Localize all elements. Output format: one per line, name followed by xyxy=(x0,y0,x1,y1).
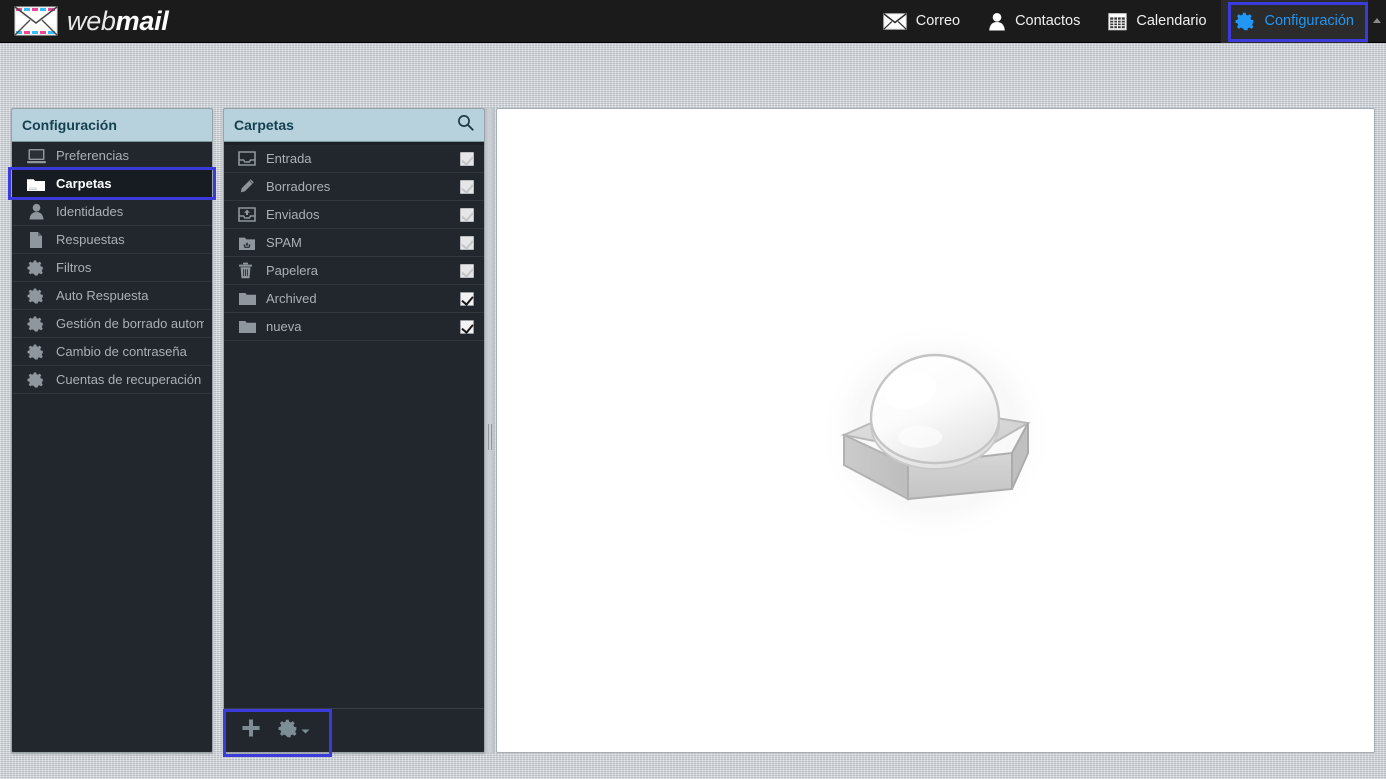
sidebar-item-gestion-borrado-automatico[interactable]: Gestión de borrado automáti xyxy=(12,310,212,338)
sidebar-label: Cambio de contraseña xyxy=(56,344,187,359)
create-folder-button[interactable] xyxy=(240,717,262,744)
folder-row-papelera[interactable]: Papelera xyxy=(224,257,484,285)
sidebar-item-cuentas-de-recuperacion[interactable]: Cuentas de recuperación xyxy=(12,366,212,394)
top-bar: webmail Correo Contactos Calendario Conf… xyxy=(0,0,1386,43)
sidebar-item-carpetas[interactable]: Carpetas xyxy=(12,170,212,198)
envelope-logo-icon xyxy=(14,6,58,36)
folders-panel: Carpetas Entrada Borradores Enviados SPA… xyxy=(223,108,485,753)
gear-icon xyxy=(278,718,299,744)
nav-label-calendario: Calendario xyxy=(1136,13,1207,29)
nav-label-configuracion: Configuración xyxy=(1264,13,1354,29)
nav-label-contactos: Contactos xyxy=(1015,13,1081,29)
folder-row-borradores[interactable]: Borradores xyxy=(224,173,484,201)
folders-list: Entrada Borradores Enviados SPAM Papeler… xyxy=(224,145,484,341)
scroll-up-arrow-icon[interactable] xyxy=(1370,14,1384,28)
brand-logo[interactable]: webmail xyxy=(0,0,169,42)
folder-row-nueva[interactable]: nueva xyxy=(224,313,484,341)
sidebar-label: Preferencias xyxy=(56,148,129,163)
sidebar-label: Filtros xyxy=(56,260,92,275)
sidebar-item-filtros[interactable]: Filtros xyxy=(12,254,212,282)
folders-panel-header: Carpetas xyxy=(224,109,484,142)
gear-icon xyxy=(26,259,46,277)
nav-item-correo[interactable]: Correo xyxy=(869,0,974,43)
folder-checkbox[interactable] xyxy=(460,319,474,334)
plus-icon xyxy=(240,717,262,744)
folders-list-scroll: Entrada Borradores Enviados SPAM Papeler… xyxy=(224,142,484,708)
sidebar-label: Gestión de borrado automáti xyxy=(56,316,204,331)
folder-checkbox[interactable] xyxy=(460,235,474,250)
gear-icon xyxy=(26,315,46,333)
sidebar-item-preferencias[interactable]: Preferencias xyxy=(12,142,212,170)
gear-icon xyxy=(1235,11,1256,32)
folder-label: Borradores xyxy=(266,179,331,194)
folder-actions-button[interactable] xyxy=(278,718,310,744)
folder-checkbox[interactable] xyxy=(460,291,474,306)
folders-toolbar xyxy=(224,708,484,752)
brand-name-light: web xyxy=(67,5,116,36)
sidebar-item-cambio-de-contrasena[interactable]: Cambio de contraseña xyxy=(12,338,212,366)
gear-icon xyxy=(26,343,46,361)
calendar-icon xyxy=(1108,12,1128,31)
panel-splitter[interactable] xyxy=(485,108,495,753)
chevron-down-icon xyxy=(301,722,310,740)
top-navigation: Correo Contactos Calendario Configuració… xyxy=(869,0,1386,43)
sidebar-label: Cuentas de recuperación xyxy=(56,372,202,387)
document-icon xyxy=(26,231,46,249)
monitor-icon xyxy=(26,148,46,164)
brand-name-bold: mail xyxy=(115,5,169,36)
nav-item-calendario[interactable]: Calendario xyxy=(1094,0,1220,43)
outbox-icon xyxy=(238,207,260,222)
sidebar-label: Auto Respuesta xyxy=(56,288,149,303)
settings-panel-title: Configuración xyxy=(22,117,117,133)
sidebar-label: Identidades xyxy=(56,204,124,219)
folder-row-enviados[interactable]: Enviados xyxy=(224,201,484,229)
search-icon[interactable] xyxy=(457,114,474,136)
settings-sidebar-panel: Configuración Preferencias Carpetas Iden… xyxy=(11,108,213,753)
sidebar-label: Respuestas xyxy=(56,232,125,247)
person-icon xyxy=(26,203,46,220)
folder-checkbox[interactable] xyxy=(460,207,474,222)
person-icon xyxy=(988,12,1006,31)
nav-item-contactos[interactable]: Contactos xyxy=(974,0,1094,43)
folder-label: SPAM xyxy=(266,235,302,250)
folder-checkbox[interactable] xyxy=(460,179,474,194)
folder-row-archived[interactable]: Archived xyxy=(224,285,484,313)
folder-icon xyxy=(238,291,260,306)
folder-label: Enviados xyxy=(266,207,320,222)
folder-row-entrada[interactable]: Entrada xyxy=(224,145,484,173)
folder-label: Papelera xyxy=(266,263,319,278)
gear-icon xyxy=(26,371,46,389)
nav-label-correo: Correo xyxy=(915,13,961,29)
inbox-icon xyxy=(238,151,260,166)
sidebar-label: Carpetas xyxy=(56,176,112,191)
box-package-watermark-icon xyxy=(816,313,1056,548)
folder-label: Entrada xyxy=(266,151,312,166)
sidebar-item-auto-respuesta[interactable]: Auto Respuesta xyxy=(12,282,212,310)
settings-panel-header: Configuración xyxy=(12,109,212,142)
folder-label: Archived xyxy=(266,291,317,306)
folders-panel-title: Carpetas xyxy=(234,117,294,133)
trash-icon xyxy=(238,262,260,279)
junk-icon xyxy=(238,235,260,251)
folder-icon xyxy=(238,319,260,334)
folder-label: nueva xyxy=(266,319,302,334)
sidebar-item-identidades[interactable]: Identidades xyxy=(12,198,212,226)
folder-checkbox[interactable] xyxy=(460,263,474,278)
folder-icon xyxy=(26,176,46,192)
folder-checkbox[interactable] xyxy=(460,151,474,166)
gear-icon xyxy=(26,287,46,305)
settings-menu-list: Preferencias Carpetas Identidades Respue… xyxy=(12,142,212,394)
content-panel xyxy=(496,108,1375,753)
envelope-icon xyxy=(883,12,907,30)
sidebar-item-respuestas[interactable]: Respuestas xyxy=(12,226,212,254)
nav-item-configuracion[interactable]: Configuración xyxy=(1220,0,1368,43)
pencil-icon xyxy=(238,178,260,195)
brand-title: webmail xyxy=(67,5,169,37)
splitter-grip xyxy=(488,424,492,450)
folder-row-spam[interactable]: SPAM xyxy=(224,229,484,257)
